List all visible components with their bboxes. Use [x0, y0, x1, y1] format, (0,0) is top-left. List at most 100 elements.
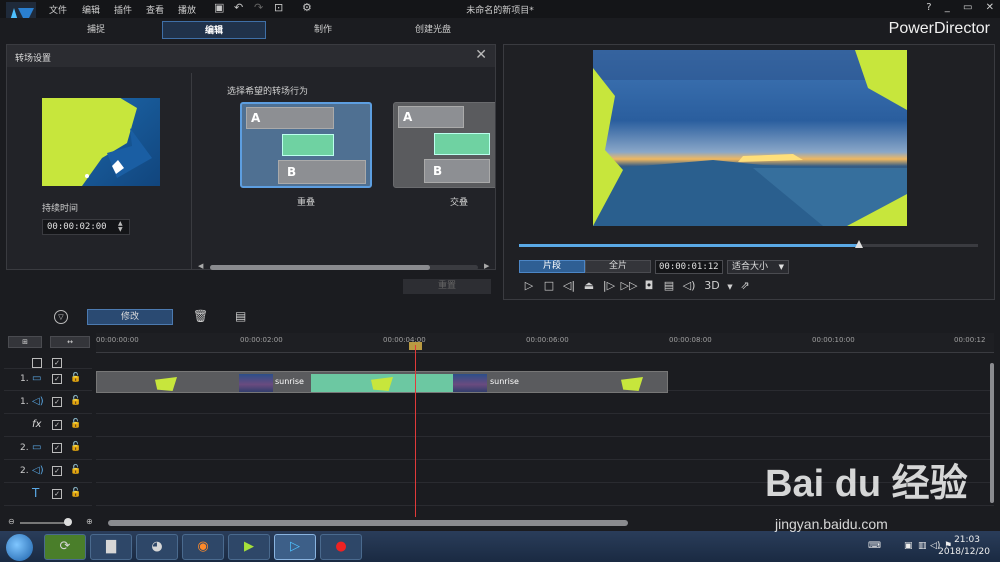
360-browser-icon[interactable]: ⟳	[44, 534, 86, 560]
undo-icon[interactable]: ↶	[234, 1, 243, 14]
start-button-icon[interactable]	[6, 534, 33, 561]
prev-frame-icon[interactable]: ◁|	[559, 279, 579, 292]
progress-handle[interactable]	[854, 240, 863, 248]
track-number: 2.	[20, 443, 29, 453]
duration-spinner-icon[interactable]: ▲ ▼	[118, 221, 123, 233]
scroll-left-icon[interactable]: ◀	[198, 262, 203, 270]
close-icon[interactable]: ✕	[475, 47, 487, 63]
option-cross[interactable]: A B	[393, 102, 495, 188]
subtitle-icon[interactable]: ▤	[659, 279, 679, 292]
options-scrollbar[interactable]: ◀ ▶	[198, 262, 489, 272]
scroll-thumb[interactable]	[108, 520, 628, 526]
tab-produce[interactable]: 制作	[271, 21, 375, 39]
fast-forward-icon[interactable]: ▷▷	[619, 279, 639, 292]
fit-timeline-icon[interactable]: ↔	[50, 336, 90, 348]
zoom-out-icon[interactable]: ⊖	[8, 517, 15, 526]
ruler-tick: 00:00:12	[954, 336, 986, 344]
zoom-handle[interactable]	[64, 518, 72, 526]
redo-icon[interactable]: ↷	[254, 1, 263, 14]
checkbox[interactable]: ✓	[52, 358, 62, 368]
track-enable-checkbox[interactable]: ✓	[52, 443, 62, 453]
track-enable-checkbox[interactable]: ✓	[52, 466, 62, 476]
menu-view[interactable]: 查看	[146, 3, 164, 16]
track-enable-checkbox[interactable]: ✓	[52, 489, 62, 499]
timeline-ruler[interactable]: 00:00:00:00 00:00:02:00 00:00:04:00 00:0…	[96, 333, 994, 353]
stop-icon[interactable]: □	[539, 279, 559, 292]
aspect-ratio-icon[interactable]: ⊡	[274, 1, 283, 14]
next-frame-icon[interactable]: |▷	[599, 279, 619, 292]
checkbox[interactable]	[32, 358, 42, 368]
transition-marker[interactable]	[621, 377, 643, 391]
tab-capture[interactable]: 捕捉	[44, 21, 148, 39]
network-icon[interactable]: ▥	[918, 541, 927, 551]
panel-header: 转场设置 ✕	[7, 45, 495, 67]
media-app-icon[interactable]: ▶	[228, 534, 270, 560]
record-icon[interactable]: ●	[320, 534, 362, 560]
track-enable-checkbox[interactable]: ✓	[52, 420, 62, 430]
lock-icon[interactable]: 🔓	[70, 419, 81, 429]
volume-icon[interactable]: ◁)	[679, 279, 699, 292]
save-icon[interactable]: ▣	[214, 1, 224, 14]
restore-icon[interactable]: ▭	[963, 2, 972, 13]
play-icon[interactable]: ▷	[519, 279, 539, 292]
tab-create-disc[interactable]: 创建光盘	[381, 21, 485, 39]
settings-gear-icon[interactable]: ⚙	[302, 1, 312, 14]
playhead-line[interactable]	[415, 345, 416, 517]
snapshot-icon[interactable]: ◘	[639, 279, 659, 292]
clip-list-icon[interactable]: ▤	[235, 309, 246, 323]
lock-icon[interactable]: 🔓	[70, 396, 81, 406]
clock-date[interactable]: 2018/12/20	[938, 547, 990, 557]
clock-time[interactable]: 21:03	[954, 535, 980, 545]
trash-icon[interactable]: 🗑	[193, 309, 208, 323]
3d-button[interactable]: 3D	[699, 279, 725, 292]
undock-icon[interactable]: ⇗	[735, 279, 755, 292]
close-icon[interactable]: ✕	[986, 2, 994, 13]
menu-play[interactable]: 播放	[178, 3, 196, 16]
modify-button[interactable]: 修改	[87, 309, 173, 325]
menu-plugins[interactable]: 插件	[114, 3, 132, 16]
menu-edit[interactable]: 编辑	[82, 3, 100, 16]
lock-icon[interactable]: 🔓	[70, 442, 81, 452]
fit-dropdown[interactable]: 适合大小 ▼	[727, 260, 789, 274]
chevron-down-icon[interactable]: ▼	[725, 283, 735, 291]
track-manager-icon[interactable]: ⊞	[8, 336, 42, 348]
minimize-icon[interactable]: _	[945, 2, 950, 13]
menu-file[interactable]: 文件	[49, 3, 67, 16]
tray-app-icon[interactable]: ▣	[904, 541, 913, 551]
lock-icon[interactable]: 🔓	[70, 465, 81, 475]
reset-button[interactable]: 重置	[403, 279, 491, 294]
track-enable-checkbox[interactable]: ✓	[52, 374, 62, 384]
audio-track-1[interactable]	[96, 392, 994, 414]
fx-track[interactable]	[96, 415, 994, 437]
lock-icon[interactable]: 🔓	[70, 373, 81, 383]
lock-icon[interactable]: 🔓	[70, 488, 81, 498]
mark-icon[interactable]: ⏏	[579, 279, 599, 292]
option-overlap[interactable]: A B	[240, 102, 372, 188]
tab-edit[interactable]: 编辑	[162, 21, 266, 39]
video-clip-group[interactable]: sunrise sunrise	[96, 371, 668, 393]
zoom-in-icon[interactable]: ⊕	[86, 517, 93, 526]
system-tray: ⌨ ▣ ▥ ◁) ⚑ 21:03 2018/12/20	[864, 533, 994, 561]
scroll-right-icon[interactable]: ▶	[484, 262, 489, 270]
duration-input[interactable]: 00:00:02:00	[42, 219, 130, 235]
preview-progress-bar[interactable]	[519, 240, 978, 248]
clip-mode-button[interactable]: 片段	[519, 260, 585, 273]
file-explorer-icon[interactable]: ▇	[90, 534, 132, 560]
ruler-tick: 00:00:02:00	[240, 336, 283, 344]
timecode-field[interactable]: 00:00:01:12	[655, 260, 723, 274]
track-number: 1.	[20, 374, 29, 384]
track-enable-checkbox[interactable]: ✓	[52, 397, 62, 407]
timeline-vertical-scrollbar[interactable]	[988, 355, 996, 515]
keyboard-icon[interactable]: ⌨	[868, 541, 881, 551]
video-track-1[interactable]: sunrise sunrise	[96, 369, 994, 393]
transition-marker[interactable]	[155, 377, 177, 391]
qq-icon[interactable]: ◕	[136, 534, 178, 560]
scroll-thumb[interactable]	[210, 265, 430, 270]
scroll-thumb[interactable]	[990, 363, 994, 503]
help-icon[interactable]: ?	[926, 2, 931, 13]
video-track-icon: ▭	[32, 373, 42, 384]
movie-mode-button[interactable]: 全片	[585, 260, 651, 273]
powerdirector-task-icon[interactable]: ▷	[274, 534, 316, 560]
expand-circle-icon[interactable]: ▽	[54, 310, 68, 324]
firefox-icon[interactable]: ◉	[182, 534, 224, 560]
